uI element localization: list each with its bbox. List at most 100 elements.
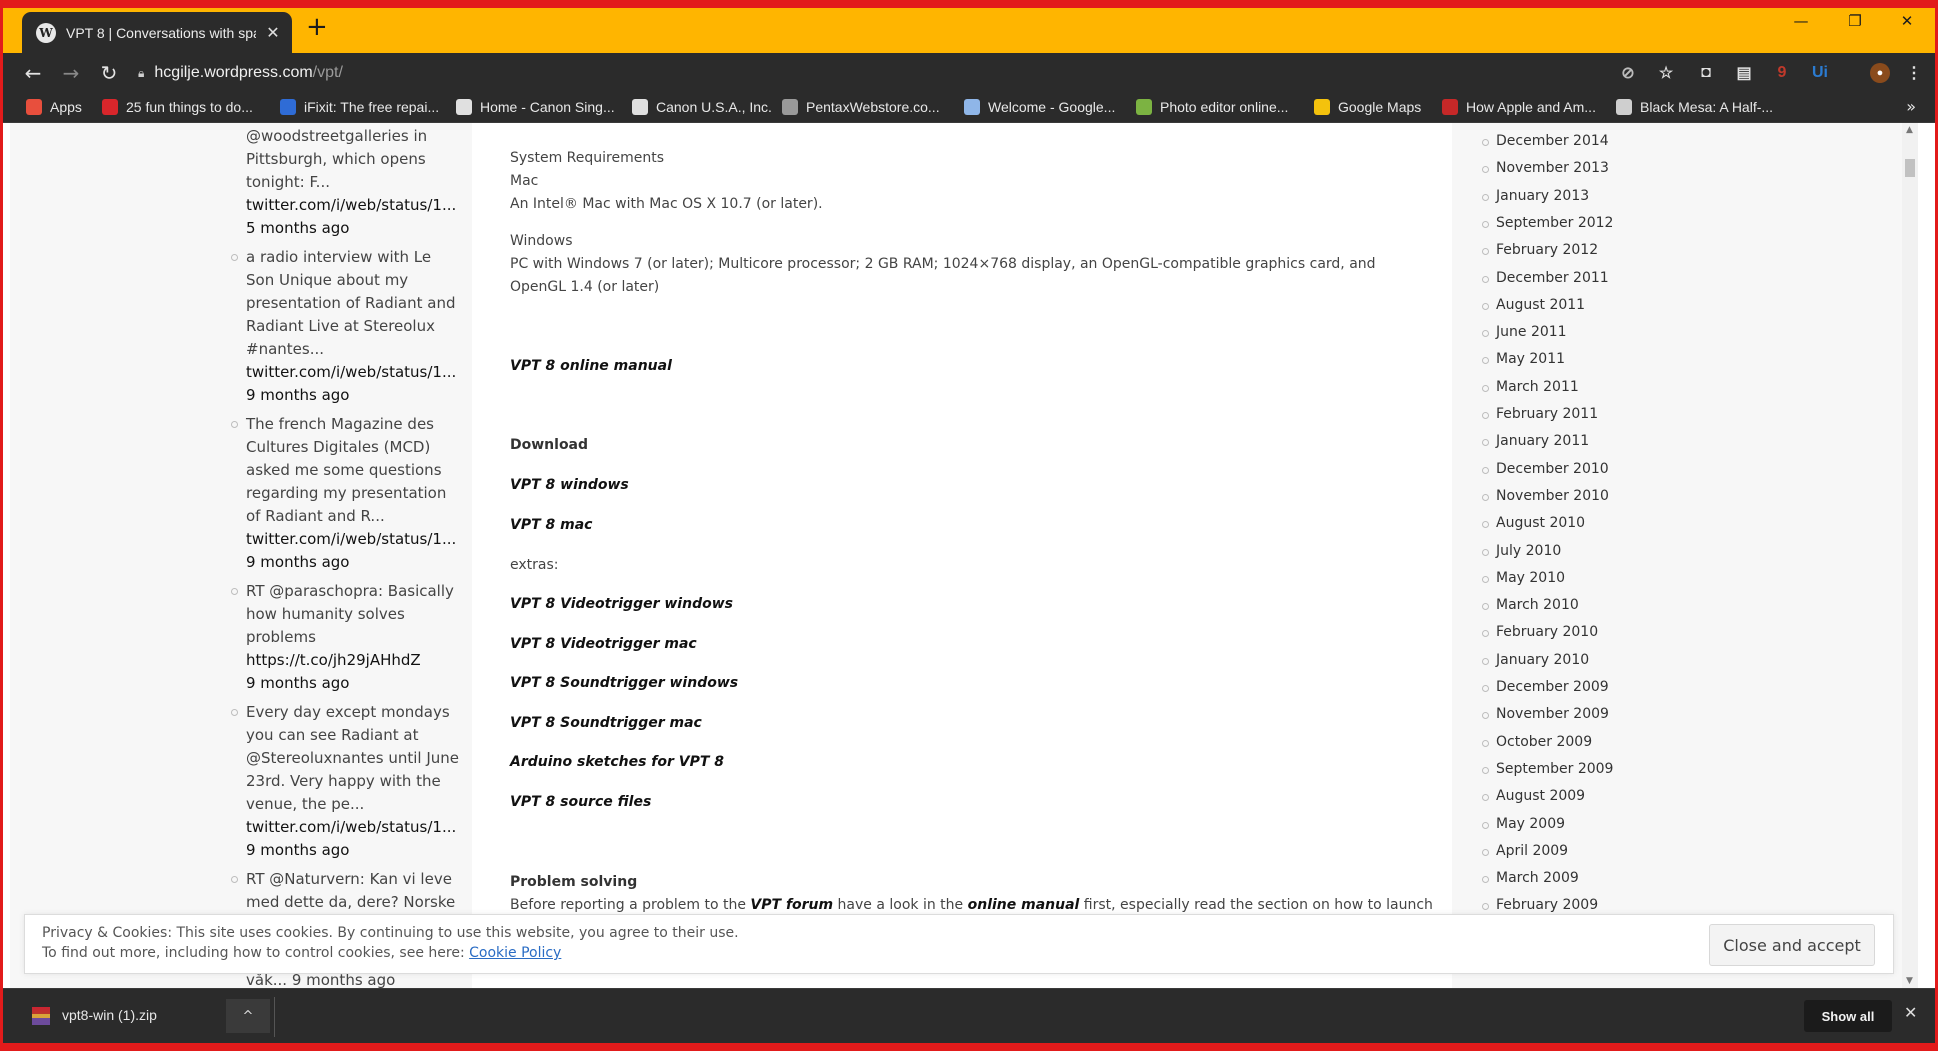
archive-link[interactable]: December 2009 bbox=[1482, 679, 1609, 695]
archive-link[interactable]: February 2011 bbox=[1482, 406, 1598, 422]
archive-link[interactable]: January 2013 bbox=[1482, 188, 1589, 204]
tweet-link[interactable]: https://t.co/jh29jAHhdZ bbox=[246, 649, 460, 672]
archive-link[interactable]: July 2010 bbox=[1482, 543, 1561, 559]
archive-link[interactable]: November 2009 bbox=[1482, 706, 1609, 722]
tweet-link[interactable]: twitter.com/i/web/status/1... bbox=[246, 361, 460, 384]
download-filename[interactable]: vpt8-win (1).zip bbox=[62, 1007, 157, 1023]
bookmark-item[interactable]: Canon U.S.A., Inc. bbox=[632, 99, 772, 115]
tab-close-icon[interactable]: ✕ bbox=[264, 23, 282, 42]
close-and-accept-button[interactable]: Close and accept bbox=[1709, 924, 1875, 966]
online-manual-link[interactable]: VPT 8 online manual bbox=[510, 355, 672, 378]
bookmark-item[interactable]: How Apple and Am... bbox=[1442, 99, 1596, 115]
tweet-time[interactable]: 9 months ago bbox=[246, 551, 460, 574]
cookie-policy-link[interactable]: Cookie Policy bbox=[469, 945, 561, 961]
tweet-link[interactable]: twitter.com/i/web/status/1... bbox=[246, 194, 460, 217]
tweet-link[interactable]: twitter.com/i/web/status/1... bbox=[246, 528, 460, 551]
download-mac-link[interactable]: VPT 8 mac bbox=[510, 514, 592, 537]
archive-link[interactable]: November 2013 bbox=[1482, 160, 1609, 176]
address-bar[interactable]: 🔒︎ hcgilje.wordpress.com /vpt/ bbox=[138, 59, 1518, 87]
ui-icon[interactable]: Ui bbox=[1810, 63, 1830, 83]
videotrigger-mac-link[interactable]: VPT 8 Videotrigger mac bbox=[510, 633, 697, 656]
bookmark-item[interactable]: PentaxWebstore.co... bbox=[782, 99, 940, 115]
archive-link[interactable]: September 2012 bbox=[1482, 215, 1613, 231]
videotrigger-windows-link[interactable]: VPT 8 Videotrigger windows bbox=[510, 593, 733, 616]
bookmark-item[interactable]: Black Mesa: A Half-... bbox=[1616, 99, 1773, 115]
notes-icon[interactable]: ▤ bbox=[1734, 63, 1754, 83]
pocket-icon[interactable]: ◘ bbox=[1696, 63, 1716, 83]
archive-link[interactable]: March 2009 bbox=[1482, 870, 1579, 886]
archive-link[interactable]: June 2011 bbox=[1482, 324, 1567, 340]
archive-link[interactable]: August 2009 bbox=[1482, 788, 1585, 804]
archive-link[interactable]: February 2010 bbox=[1482, 624, 1598, 640]
soundtrigger-mac-link[interactable]: VPT 8 Soundtrigger mac bbox=[510, 712, 702, 735]
archive-link[interactable]: May 2009 bbox=[1482, 816, 1565, 832]
archive-link[interactable]: February 2012 bbox=[1482, 242, 1598, 258]
archive-label: August 2009 bbox=[1496, 788, 1586, 805]
close-shelf-icon[interactable]: ✕ bbox=[1904, 1003, 1917, 1022]
download-windows-link[interactable]: VPT 8 windows bbox=[510, 474, 629, 497]
mac-label: Mac bbox=[510, 173, 539, 189]
browser-tab-active[interactable]: W VPT 8 | Conversations with space ✕ bbox=[22, 12, 292, 53]
tweet-time[interactable]: 9 months ago bbox=[246, 672, 460, 695]
bookmark-label: How Apple and Am... bbox=[1466, 99, 1596, 115]
bookmark-item[interactable]: Apps bbox=[26, 99, 82, 115]
archive-link[interactable]: August 2011 bbox=[1482, 297, 1585, 313]
tweet-link[interactable]: twitter.com/i/web/status/1... bbox=[246, 816, 460, 839]
tweet-time[interactable]: 9 months ago bbox=[246, 384, 460, 407]
archive-link[interactable]: September 2009 bbox=[1482, 761, 1613, 777]
bookmark-item[interactable]: Home - Canon Sing... bbox=[456, 99, 615, 115]
source-files-link[interactable]: VPT 8 source files bbox=[510, 791, 651, 814]
show-all-downloads-button[interactable]: Show all bbox=[1804, 1000, 1892, 1032]
soundtrigger-windows-link[interactable]: VPT 8 Soundtrigger windows bbox=[510, 672, 738, 695]
bullet-icon bbox=[1482, 384, 1489, 392]
archive-link[interactable]: August 2010 bbox=[1482, 515, 1585, 531]
window-minimize-button[interactable]: — bbox=[1786, 12, 1816, 30]
shield-x-icon[interactable]: ⊘ bbox=[1618, 63, 1638, 83]
bookmark-item[interactable]: Photo editor online... bbox=[1136, 99, 1288, 115]
archive-link[interactable]: December 2010 bbox=[1482, 461, 1609, 477]
problem-solving-heading: Problem solving bbox=[510, 874, 638, 890]
archive-link[interactable]: December 2014 bbox=[1482, 133, 1609, 149]
archive-link[interactable]: March 2011 bbox=[1482, 379, 1579, 395]
archive-link[interactable]: November 2010 bbox=[1482, 488, 1609, 504]
archive-link[interactable]: January 2010 bbox=[1482, 652, 1589, 668]
archive-label: November 2013 bbox=[1496, 160, 1609, 177]
forward-button[interactable]: → bbox=[58, 61, 84, 85]
archive-link[interactable]: April 2009 bbox=[1482, 843, 1568, 859]
menu-kebab-icon[interactable]: ⋮ bbox=[1904, 63, 1924, 83]
arduino-sketches-link[interactable]: Arduino sketches for VPT 8 bbox=[510, 751, 724, 774]
archive-link[interactable]: May 2010 bbox=[1482, 570, 1565, 586]
archive-link[interactable]: October 2009 bbox=[1482, 734, 1592, 750]
archive-link[interactable]: February 2009 bbox=[1482, 897, 1598, 913]
scroll-down-icon[interactable]: ▼ bbox=[1906, 976, 1913, 986]
archive-label: September 2009 bbox=[1496, 760, 1614, 777]
bookmarks-overflow-button[interactable]: » bbox=[1906, 97, 1916, 116]
bookmark-item[interactable]: Google Maps bbox=[1314, 99, 1421, 115]
archive-link[interactable]: May 2011 bbox=[1482, 351, 1565, 367]
profile-avatar-icon[interactable]: ● bbox=[1870, 63, 1890, 83]
reload-button[interactable]: ↻ bbox=[96, 61, 122, 85]
tweet-time[interactable]: 5 months ago bbox=[246, 217, 460, 240]
archive-link[interactable]: January 2011 bbox=[1482, 433, 1589, 449]
archive-link[interactable]: December 2011 bbox=[1482, 270, 1609, 286]
bookmark-item[interactable]: Welcome - Google... bbox=[964, 99, 1115, 115]
window-restore-button[interactable]: ❐ bbox=[1840, 12, 1870, 30]
bookmark-item[interactable]: 25 fun things to do... bbox=[102, 99, 253, 115]
tweet-time[interactable]: 9 months ago bbox=[246, 839, 460, 862]
new-tab-button[interactable]: + bbox=[306, 14, 328, 40]
page-scrollbar[interactable]: ▲ ▼ bbox=[1902, 123, 1918, 988]
archive-link-clipped[interactable]: March 2015 bbox=[1496, 123, 1579, 127]
download-options-button[interactable]: ^ bbox=[226, 999, 270, 1033]
cookie-banner: Privacy & Cookies: This site uses cookie… bbox=[24, 914, 1894, 974]
online-manual-inline-link[interactable]: online manual bbox=[968, 897, 1080, 913]
scrollbar-thumb[interactable] bbox=[1905, 159, 1915, 177]
archive-link[interactable]: March 2010 bbox=[1482, 597, 1579, 613]
bookmark-item[interactable]: iFixit: The free repai... bbox=[280, 99, 439, 115]
back-button[interactable]: ← bbox=[20, 61, 46, 85]
scroll-up-icon[interactable]: ▲ bbox=[1906, 125, 1913, 135]
vpt-forum-link[interactable]: VPT forum bbox=[750, 897, 833, 913]
tweet-text-line: @woodstreetgalleries in bbox=[246, 127, 428, 145]
window-close-button[interactable]: ✕ bbox=[1892, 12, 1922, 30]
ublock-icon[interactable]: 9 bbox=[1772, 63, 1792, 83]
star-icon[interactable]: ☆ bbox=[1656, 63, 1676, 83]
